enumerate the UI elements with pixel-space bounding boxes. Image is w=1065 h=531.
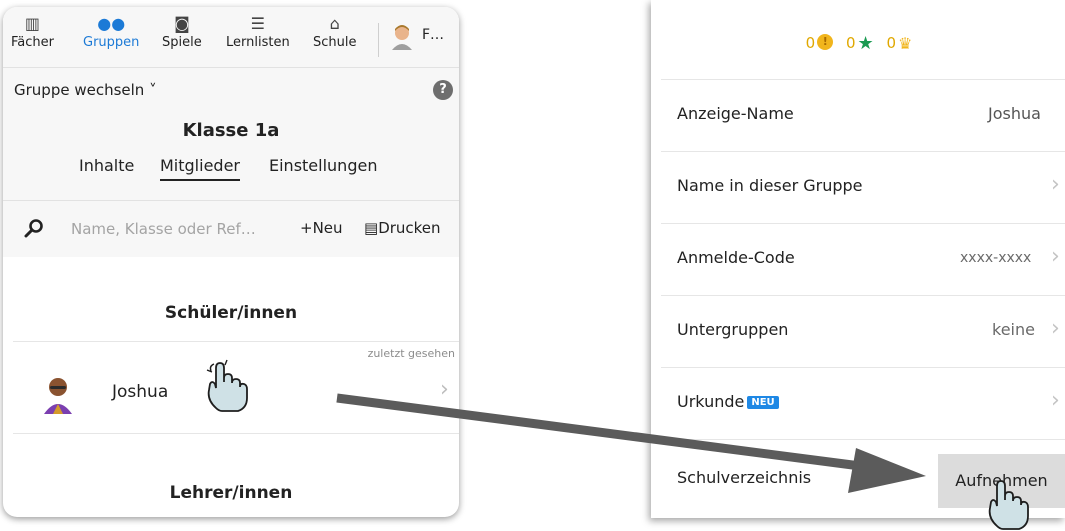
hand-cursor-icon bbox=[206, 359, 248, 412]
annotation-overlay bbox=[206, 359, 1029, 530]
arrow-icon bbox=[336, 393, 926, 493]
hand-cursor-icon bbox=[988, 480, 1029, 530]
